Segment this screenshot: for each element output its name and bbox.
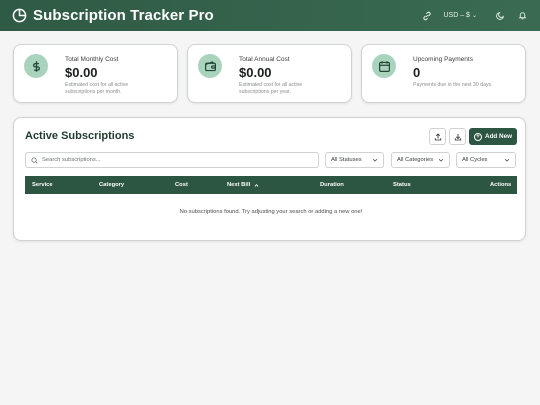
add-new-button[interactable]: + Add New <box>469 128 517 145</box>
card-label: Upcoming Payments <box>413 56 473 63</box>
chevron-down-icon <box>372 157 378 163</box>
status-filter[interactable]: All Statuses <box>325 152 384 168</box>
currency-select[interactable]: USD – $ ⌄ <box>441 10 481 21</box>
app-header: Subscription Tracker Pro USD – $ ⌄ <box>0 0 540 31</box>
card-value: $0.00 <box>239 65 272 80</box>
card-description: Estimated cost for all active subscripti… <box>65 82 129 95</box>
currency-label: USD – $ <box>443 12 470 19</box>
import-button[interactable] <box>449 128 466 145</box>
upcoming-payments-card: Upcoming Payments 0 Payments due in the … <box>361 44 526 103</box>
column-header-actions: Actions <box>490 182 512 188</box>
card-label: Total Monthly Cost <box>65 56 119 63</box>
chevron-down-icon <box>504 157 510 163</box>
card-description: Payments due in the next 30 days. <box>413 82 493 88</box>
subscriptions-panel: Active Subscriptions + Add New Search su… <box>13 117 526 241</box>
cycle-filter[interactable]: All Cycles <box>456 152 516 168</box>
calendar-icon <box>372 54 396 78</box>
card-value: 0 <box>413 65 421 80</box>
panel-title: Active Subscriptions <box>25 130 135 142</box>
empty-state-message: No subscriptions found. Try adjusting yo… <box>179 209 363 215</box>
moon-icon[interactable] <box>494 10 506 22</box>
card-value: $0.00 <box>65 65 98 80</box>
search-input[interactable] <box>42 157 302 163</box>
chevron-down-icon <box>438 157 444 163</box>
header-actions: USD – $ ⌄ <box>421 10 529 22</box>
search-icon <box>31 156 38 164</box>
column-header-duration[interactable]: Duration <box>320 182 344 188</box>
upload-icon <box>434 132 442 141</box>
column-header-next-bill[interactable]: Next Bill <box>227 182 259 188</box>
annual-cost-card: Total Annual Cost $0.00 Estimated cost f… <box>187 44 352 103</box>
column-header-category[interactable]: Category <box>99 182 124 188</box>
card-description: Estimated cost for all active subscripti… <box>239 82 303 95</box>
sort-ascending-icon <box>254 183 259 188</box>
dollar-icon <box>24 54 48 78</box>
column-header-next-bill-label: Next Bill <box>227 182 251 188</box>
category-filter[interactable]: All Categories <box>391 152 450 168</box>
export-button[interactable] <box>429 128 446 145</box>
chevron-down-icon: ⌄ <box>471 13 477 19</box>
column-header-status[interactable]: Status <box>393 182 411 188</box>
download-icon <box>454 133 462 141</box>
table-header: Service Category Cost Next Bill Duration… <box>25 176 517 194</box>
add-new-label: Add New <box>485 133 512 140</box>
plus-circle-icon: + <box>474 132 483 141</box>
app-title: Subscription Tracker Pro <box>33 7 214 24</box>
monthly-cost-card: Total Monthly Cost $0.00 Estimated cost … <box>13 44 178 103</box>
search-box[interactable] <box>25 152 319 168</box>
status-filter-value: All Statuses <box>331 157 362 163</box>
bell-icon[interactable] <box>516 10 528 22</box>
category-filter-value: All Categories <box>397 157 434 163</box>
link-icon[interactable] <box>421 10 433 22</box>
pie-chart-icon <box>12 8 27 23</box>
wallet-icon <box>198 54 222 78</box>
column-header-service[interactable]: Service <box>32 182 53 188</box>
cycle-filter-value: All Cycles <box>462 157 488 163</box>
card-label: Total Annual Cost <box>239 56 290 63</box>
column-header-cost[interactable]: Cost <box>175 182 188 188</box>
